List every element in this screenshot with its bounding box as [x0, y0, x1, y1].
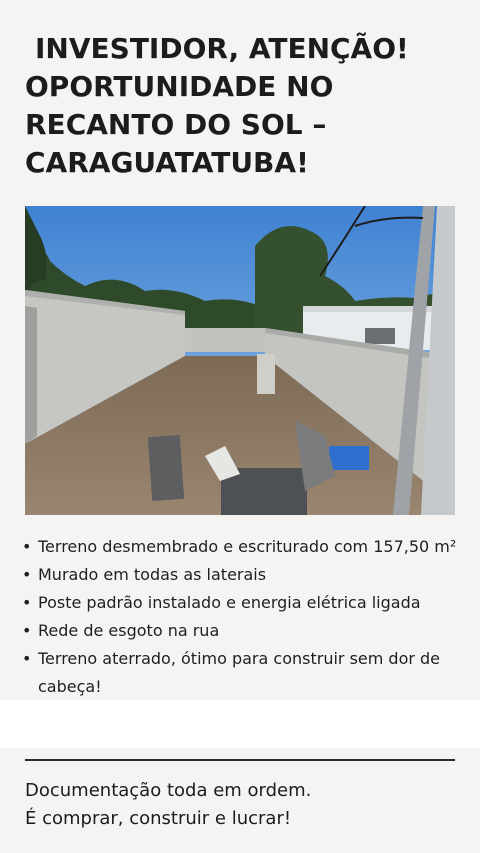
list-item: • Poste padrão instalado e energia elétri… [22, 589, 472, 617]
list-item: • Rede de esgoto na rua [22, 617, 472, 645]
bullet-icon: • [22, 537, 32, 556]
list-item: • Terreno aterrado, ótimo para construir … [22, 645, 472, 701]
headline: INVESTIDOR, ATENÇÃO! OPORTUNIDADE NO REC… [25, 30, 465, 182]
closing-line-1: Documentação toda em ordem. [25, 780, 312, 801]
closing-line-2: É comprar, construir e lucrar! [25, 808, 292, 829]
white-band [0, 700, 480, 748]
bullet-icon: • [22, 593, 32, 612]
list-item: • Terreno desmembrado e escriturado com 1… [22, 533, 472, 561]
bullet-icon: • [22, 649, 32, 668]
list-item: • Murado em todas as laterais [22, 561, 472, 589]
feature-list: • Terreno desmembrado e escriturado com 1… [22, 533, 472, 701]
property-photo [25, 206, 455, 515]
headline-line-1: INVESTIDOR, ATENÇÃO! [35, 32, 409, 65]
bullet-icon: • [22, 621, 32, 640]
headline-line-4: CARAGUATATUBA! [25, 146, 309, 179]
divider [25, 759, 455, 761]
headline-line-3: RECANTO DO SOL – [25, 108, 327, 141]
headline-line-2: OPORTUNIDADE NO [25, 70, 334, 103]
bullet-icon: • [22, 565, 32, 584]
closing-text: Documentação toda em ordem. É comprar, c… [25, 777, 465, 833]
